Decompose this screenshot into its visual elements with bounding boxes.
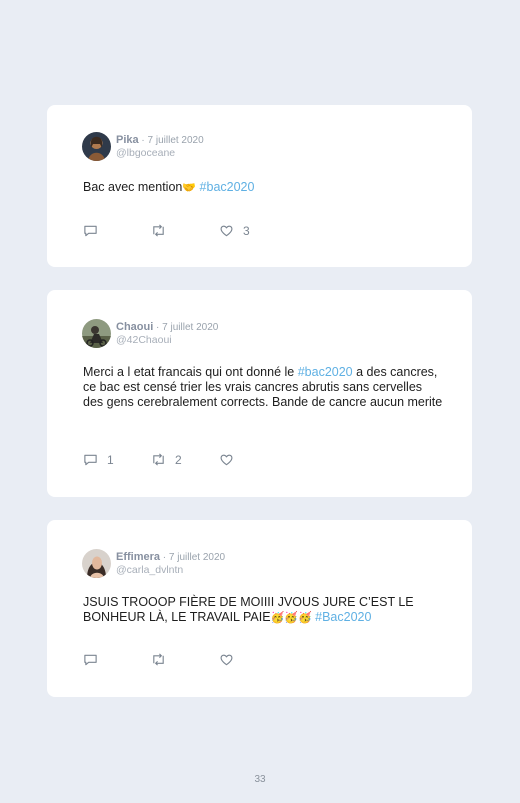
reply-count: 1 xyxy=(107,452,114,467)
tweet-meta: Chaoui · 7 juillet 2020 @42Chaoui xyxy=(116,321,218,346)
tweet-text-body: Bac avec mention xyxy=(83,180,183,194)
tweet-date: · 7 juillet 2020 xyxy=(153,322,219,333)
retweet-button[interactable]: 2 xyxy=(151,452,182,467)
name-line: Effimera · 7 juillet 2020 xyxy=(116,551,225,564)
tweet-header: Pika · 7 juillet 2020 @lbgoceane xyxy=(82,132,204,161)
tweet-text: Bac avec mention🤝 #bac2020 xyxy=(83,180,443,195)
tweet-text-body: Merci a l etat francais qui ont donné le xyxy=(83,365,298,379)
retweet-icon xyxy=(153,453,164,466)
like-button[interactable] xyxy=(219,452,243,467)
page-number: 33 xyxy=(254,774,266,785)
user-handle: @lbgoceane xyxy=(116,147,176,159)
tweet-text: Merci a l etat francais qui ont donné le… xyxy=(83,365,443,410)
hashtag-link[interactable]: #Bac2020 xyxy=(312,610,371,624)
like-button[interactable] xyxy=(219,652,243,667)
like-button[interactable]: 3 xyxy=(219,223,250,238)
user-handle: @carla_dvlntn xyxy=(116,564,184,576)
retweet-icon xyxy=(153,653,164,666)
tweet-date: · 7 juillet 2020 xyxy=(138,135,204,146)
name-line: Pika · 7 juillet 2020 xyxy=(116,134,204,147)
tweet-header: Chaoui · 7 juillet 2020 @42Chaoui xyxy=(82,319,218,348)
tweet-text: JSUIS TROOOP FIÈRE DE MOIIII JVOUS JURE … xyxy=(83,595,443,625)
tweet-card[interactable]: Effimera · 7 juillet 2020 @carla_dvlntn … xyxy=(47,520,472,697)
tweet-date: · 7 juillet 2020 xyxy=(160,552,226,563)
user-handle: @42Chaoui xyxy=(116,334,172,346)
speech-bubble-icon xyxy=(84,654,97,666)
display-name[interactable]: Effimera xyxy=(116,551,160,563)
reply-button[interactable] xyxy=(83,223,107,238)
retweet-count: 2 xyxy=(175,452,182,467)
display-name[interactable]: Pika xyxy=(116,134,139,146)
retweet-button[interactable] xyxy=(151,652,175,667)
like-count: 3 xyxy=(243,223,250,238)
avatar[interactable] xyxy=(82,549,111,578)
emoji: 🥳🥳🥳 xyxy=(270,611,312,624)
display-name[interactable]: Chaoui xyxy=(116,321,153,333)
reply-button[interactable] xyxy=(83,652,107,667)
tweet-card[interactable]: Chaoui · 7 juillet 2020 @42Chaoui Merci … xyxy=(47,290,472,497)
tweet-meta: Pika · 7 juillet 2020 @lbgoceane xyxy=(116,134,204,159)
heart-icon xyxy=(220,654,233,666)
tweet-header: Effimera · 7 juillet 2020 @carla_dvlntn xyxy=(82,549,225,578)
tweet-card[interactable]: Pika · 7 juillet 2020 @lbgoceane Bac ave… xyxy=(47,105,472,267)
retweet-icon xyxy=(153,224,164,237)
hashtag-link[interactable]: #bac2020 xyxy=(196,180,255,194)
reply-button[interactable]: 1 xyxy=(83,452,114,467)
tweet-meta: Effimera · 7 juillet 2020 @carla_dvlntn xyxy=(116,551,225,576)
retweet-button[interactable] xyxy=(151,223,175,238)
name-line: Chaoui · 7 juillet 2020 xyxy=(116,321,218,334)
avatar[interactable] xyxy=(82,132,111,161)
heart-icon xyxy=(220,225,233,237)
speech-bubble-icon xyxy=(84,225,97,237)
hashtag-link[interactable]: #bac2020 xyxy=(298,365,353,379)
speech-bubble-icon xyxy=(84,454,97,466)
emoji: 🤝 xyxy=(182,181,197,194)
heart-icon xyxy=(220,454,233,466)
avatar[interactable] xyxy=(82,319,111,348)
